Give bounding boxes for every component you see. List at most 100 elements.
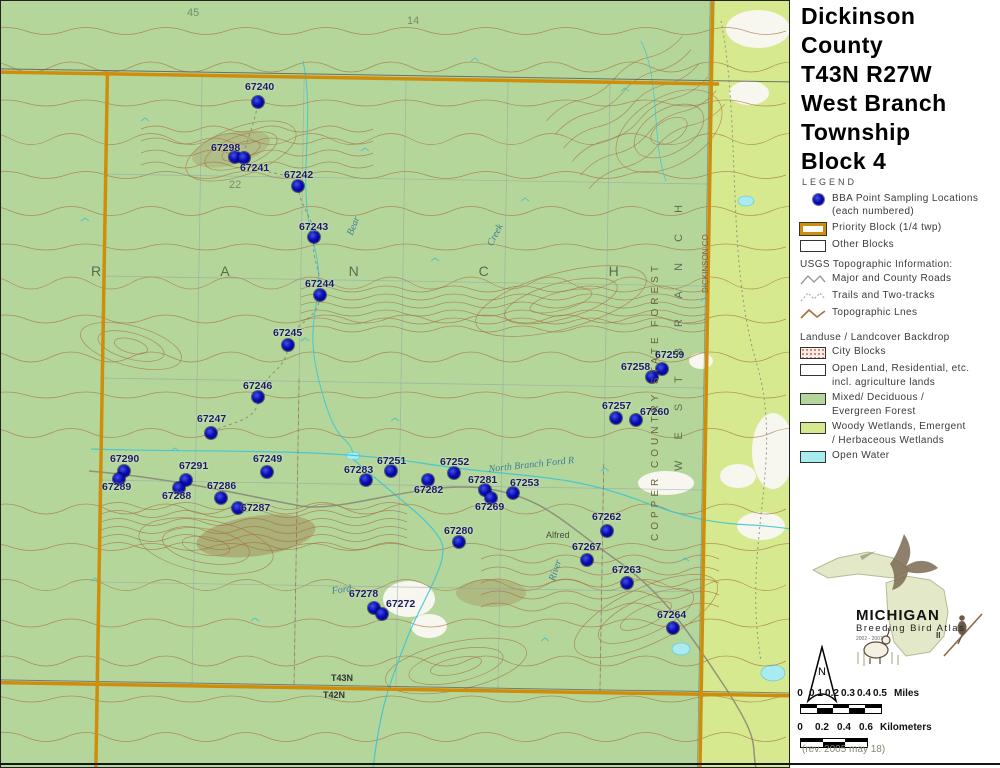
- revision-note: (rev. 2005 may 18): [802, 744, 885, 755]
- forest-label-line1: Mixed/ Deciduous /: [832, 392, 924, 405]
- map-text-label: River: [547, 558, 564, 582]
- bba-label-line1: BBA Point Sampling Locations: [832, 193, 978, 204]
- landuse-heading: Landuse / Landcover Backdrop: [800, 332, 998, 343]
- bba-point-dot[interactable]: [453, 536, 465, 548]
- map-text-label: T42N: [323, 690, 345, 700]
- bba-point-label: 67249: [253, 453, 282, 465]
- forest-swatch: [800, 393, 826, 405]
- bba-point-dot[interactable]: [215, 492, 227, 504]
- city-blocks-swatch: [800, 347, 826, 359]
- legend-item-open: Open Land, Residential, etc.: [800, 363, 998, 376]
- scale-tick: 0.5: [873, 688, 887, 699]
- forest-label-line2: Evergreen Forest: [832, 406, 998, 417]
- scale-tick: 0.2: [815, 722, 829, 733]
- city-label: City Blocks: [832, 346, 886, 359]
- map-overlay: 6724067298672416724267243672446724567246…: [1, 1, 790, 768]
- bba-point-label: 67253: [510, 477, 539, 489]
- bba-point-dot[interactable]: [261, 466, 273, 478]
- trails-label: Trails and Two-tracks: [832, 290, 935, 303]
- scale-tick: 0.4: [857, 688, 871, 699]
- scale-tick: 0.4: [837, 722, 851, 733]
- bba-point-dot[interactable]: [581, 554, 593, 566]
- map-text-label: Bear: [345, 215, 362, 237]
- priority-block-swatch: [800, 223, 826, 235]
- usgs-heading: USGS Topographic Information:: [800, 259, 998, 270]
- scale-tick: 0: [797, 688, 803, 699]
- other-label: Other Blocks: [832, 239, 894, 252]
- scale-tick: 0.6: [859, 722, 873, 733]
- bba-label-line2: (each numbered): [832, 206, 914, 217]
- legend-item-water: Open Water: [800, 450, 998, 463]
- roads-label: Major and County Roads: [832, 273, 951, 286]
- bba-point-label: 67263: [612, 564, 641, 576]
- open-label-line2: incl. agriculture lands: [832, 377, 998, 388]
- map-title: Dickinson County T43N R27W West Branch T…: [801, 2, 947, 176]
- bba-point-dot[interactable]: [205, 427, 217, 439]
- scale-unit: Kilometers: [880, 722, 932, 733]
- bba-point-label: 67290: [110, 453, 139, 465]
- bba-point-label: 67283: [344, 464, 373, 476]
- bba-point-dot[interactable]: [282, 339, 294, 351]
- trails-line-icon: [800, 290, 826, 303]
- bba-point-label: 67286: [207, 480, 236, 492]
- bba-point-dot[interactable]: [601, 525, 613, 537]
- map-text-label: Alfred: [546, 530, 570, 540]
- bba-point-label: 67257: [602, 400, 631, 412]
- scale-tick: 0.2: [825, 688, 839, 699]
- bba-point-dot[interactable]: [252, 96, 264, 108]
- bba-point-label: 67252: [440, 456, 469, 468]
- scale-tick: 0.1: [809, 688, 823, 699]
- legend: BBA Point Sampling Locations (each numbe…: [798, 193, 998, 467]
- bba-point-dot[interactable]: [610, 412, 622, 424]
- north-letter: N: [818, 666, 826, 678]
- bba-point-label: 67281: [468, 474, 497, 486]
- bba-point-label: 67245: [273, 327, 302, 339]
- bba-point-label: 67242: [284, 169, 313, 181]
- miles-bar: [800, 704, 882, 714]
- bba-dot-icon: [813, 194, 824, 205]
- bba-point-dot[interactable]: [314, 289, 326, 301]
- wetland-label-line1: Woody Wetlands, Emergent: [832, 421, 966, 434]
- map-text-label: 45: [187, 7, 199, 19]
- bba-point-label: 67246: [243, 380, 272, 392]
- bba-point-label: 67287: [241, 502, 270, 514]
- page: 6724067298672416724267243672446724567246…: [0, 0, 1000, 768]
- priority-label: Priority Block (1/4 twp): [832, 222, 942, 235]
- wetland-swatch: [800, 422, 826, 434]
- open-water-swatch: [800, 451, 826, 463]
- logo-numeral: II: [936, 631, 940, 640]
- legend-heading: LEGEND: [802, 177, 857, 187]
- bba-point-label: 67280: [444, 525, 473, 537]
- bba-point-label: 67278: [349, 588, 378, 600]
- bba-point-label: 67288: [162, 490, 191, 502]
- topo-line-icon: [800, 307, 826, 320]
- legend-item-bba: BBA Point Sampling Locations (each numbe…: [800, 193, 998, 218]
- map-text-label: 14: [407, 15, 419, 27]
- topo-label: Topographic Lnes: [832, 307, 917, 320]
- bba-point-label: 67272: [386, 598, 415, 610]
- map-canvas: 6724067298672416724267243672446724567246…: [0, 0, 790, 768]
- legend-item-forest: Mixed/ Deciduous /: [800, 392, 998, 405]
- legend-item-priority: Priority Block (1/4 twp): [800, 222, 998, 235]
- bba-point-label: 67262: [592, 511, 621, 523]
- bba-point-dot[interactable]: [252, 391, 264, 403]
- bba-point-dot[interactable]: [621, 577, 633, 589]
- map-text-label: W E S T B R A N C H: [673, 196, 685, 471]
- map-text-label: COPPER COUNTRY STATE FOREST: [650, 262, 661, 541]
- bba-point-label: 67251: [377, 455, 406, 467]
- bba-point-dot[interactable]: [667, 622, 679, 634]
- legend-item-city: City Blocks: [800, 346, 998, 359]
- map-text-label: T43N: [331, 673, 353, 683]
- bba-point-label: 67241: [240, 162, 269, 174]
- bba-point-label: 67282: [414, 484, 443, 496]
- legend-item-roads: Major and County Roads: [800, 273, 998, 286]
- logo-years: 2002 - 2007: [856, 636, 883, 642]
- map-text-label: R A N C H: [91, 263, 677, 279]
- wetland-label-line2: / Herbaceous Wetlands: [832, 435, 998, 446]
- bba-point-label: 67289: [102, 481, 131, 493]
- bba-point-dot[interactable]: [292, 180, 304, 192]
- open-label-line1: Open Land, Residential, etc.: [832, 363, 969, 376]
- bba-point-label: 67247: [197, 413, 226, 425]
- bba-point-label: 67243: [299, 221, 328, 233]
- bba-point-dot[interactable]: [448, 467, 460, 479]
